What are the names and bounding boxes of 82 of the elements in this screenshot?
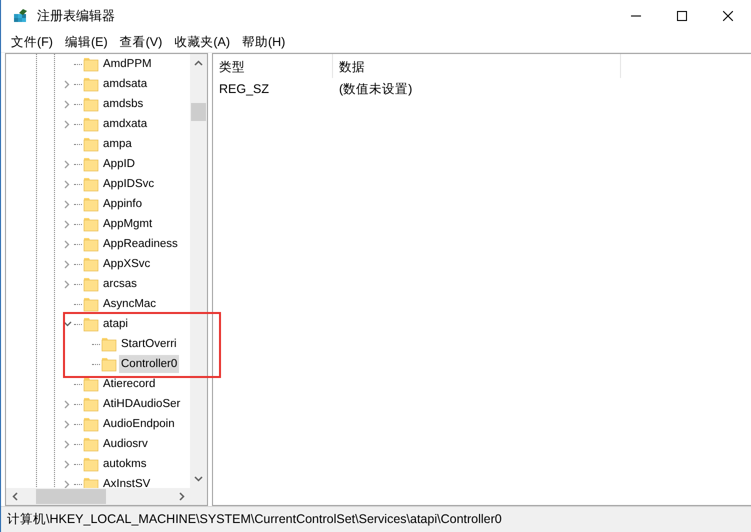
scroll-down-icon[interactable] xyxy=(194,476,203,482)
chevron-right-icon[interactable] xyxy=(64,440,70,448)
table-cell-text: REG_SZ xyxy=(218,80,270,98)
chevron-right-icon[interactable] xyxy=(64,280,70,288)
chevron-down-icon[interactable] xyxy=(62,321,72,327)
chevron-right-icon[interactable] xyxy=(64,260,70,268)
maximize-icon xyxy=(677,11,687,21)
folder-icon xyxy=(83,316,99,332)
folder-icon xyxy=(83,216,99,232)
scroll-left-icon[interactable] xyxy=(12,492,18,501)
tree-item[interactable]: AxInstSV xyxy=(101,475,152,488)
menu-item[interactable]: 查看(V) xyxy=(114,32,168,52)
folder-icon xyxy=(83,476,99,488)
folder-icon xyxy=(83,296,99,312)
table-cell-text: (数值未设置) xyxy=(338,80,414,98)
folder-icon xyxy=(101,356,117,372)
column-header[interactable]: 类型 xyxy=(213,54,333,78)
column-header[interactable]: 数据 xyxy=(333,54,621,78)
chevron-right-icon[interactable] xyxy=(64,220,70,228)
close-icon xyxy=(723,11,733,21)
chevron-right-icon[interactable] xyxy=(64,480,70,488)
tree-item[interactable]: AsyncMac xyxy=(101,295,158,313)
folder-icon xyxy=(83,76,99,92)
folder-icon xyxy=(83,236,99,252)
tree-item[interactable]: Audiosrv xyxy=(101,435,150,453)
chevron-right-icon[interactable] xyxy=(64,240,70,248)
chevron-right-icon[interactable] xyxy=(64,80,70,88)
folder-icon xyxy=(83,116,99,132)
tree-item[interactable]: autokms xyxy=(101,455,148,473)
tree-item[interactable]: Controller0 xyxy=(119,355,180,373)
tree-item[interactable]: amdxata xyxy=(101,115,150,133)
folder-icon xyxy=(83,436,99,452)
tree-item[interactable]: atapi xyxy=(101,315,130,333)
chevron-right-icon[interactable] xyxy=(64,100,70,108)
tree-item[interactable]: AppXSvc xyxy=(101,255,152,273)
folder-icon xyxy=(83,176,99,192)
tree-item[interactable]: AppReadiness xyxy=(101,235,180,253)
menu-item[interactable]: 收藏夹(A) xyxy=(168,32,236,52)
tree-item[interactable]: StartOverri xyxy=(119,335,179,353)
status-bar: 计算机\HKEY_LOCAL_MACHINE\SYSTEM\CurrentControlSet\Services\atapi\Controller0 xyxy=(1,506,751,532)
folder-icon xyxy=(101,336,117,352)
scroll-up-icon[interactable] xyxy=(194,60,203,66)
horizontal-scrollbar[interactable] xyxy=(6,488,207,505)
folder-icon xyxy=(83,396,99,412)
tree-item[interactable]: AtiHDAudioSer xyxy=(101,395,182,413)
folder-icon xyxy=(83,456,99,472)
scroll-thumb[interactable] xyxy=(191,103,206,121)
folder-icon xyxy=(83,256,99,272)
chevron-right-icon[interactable] xyxy=(64,460,70,468)
folder-icon xyxy=(83,56,99,72)
tree-item[interactable]: ampa xyxy=(101,135,134,153)
menu-item[interactable]: 编辑(E) xyxy=(58,32,114,52)
menu-item[interactable]: 文件(F) xyxy=(5,32,59,52)
folder-icon xyxy=(83,156,99,172)
tree-item[interactable]: AppMgmt xyxy=(101,215,154,233)
tree-item[interactable]: Appinfo xyxy=(101,195,144,213)
chevron-right-icon[interactable] xyxy=(64,200,70,208)
window-title: 注册表编辑器 xyxy=(37,7,116,26)
tree-item[interactable]: AudioEndpoin xyxy=(101,415,177,433)
chevron-right-icon[interactable] xyxy=(64,420,70,428)
menu-item[interactable]: 帮助(H) xyxy=(236,32,292,52)
tree-item[interactable]: amdsata xyxy=(101,75,150,93)
folder-icon xyxy=(83,96,99,112)
folder-icon xyxy=(83,196,99,212)
vertical-scrollbar[interactable] xyxy=(190,54,207,488)
tree-item[interactable]: AppID xyxy=(101,155,137,173)
tree-item[interactable]: arcsas xyxy=(101,275,139,293)
folder-icon xyxy=(83,136,99,152)
tree-item[interactable]: AmdPPM xyxy=(101,55,154,73)
scroll-right-icon[interactable] xyxy=(179,492,185,501)
folder-icon xyxy=(83,276,99,292)
folder-icon xyxy=(83,416,99,432)
folder-icon xyxy=(83,376,99,392)
chevron-right-icon[interactable] xyxy=(64,160,70,168)
tree-item[interactable]: amdsbs xyxy=(101,95,146,113)
chevron-right-icon[interactable] xyxy=(64,400,70,408)
registry-editor-icon xyxy=(13,8,29,24)
tree-item[interactable]: AppIDSvc xyxy=(101,175,156,193)
tree-item[interactable]: Atierecord xyxy=(101,375,158,393)
chevron-right-icon[interactable] xyxy=(64,120,70,128)
scroll-thumb[interactable] xyxy=(36,489,106,504)
chevron-right-icon[interactable] xyxy=(64,180,70,188)
